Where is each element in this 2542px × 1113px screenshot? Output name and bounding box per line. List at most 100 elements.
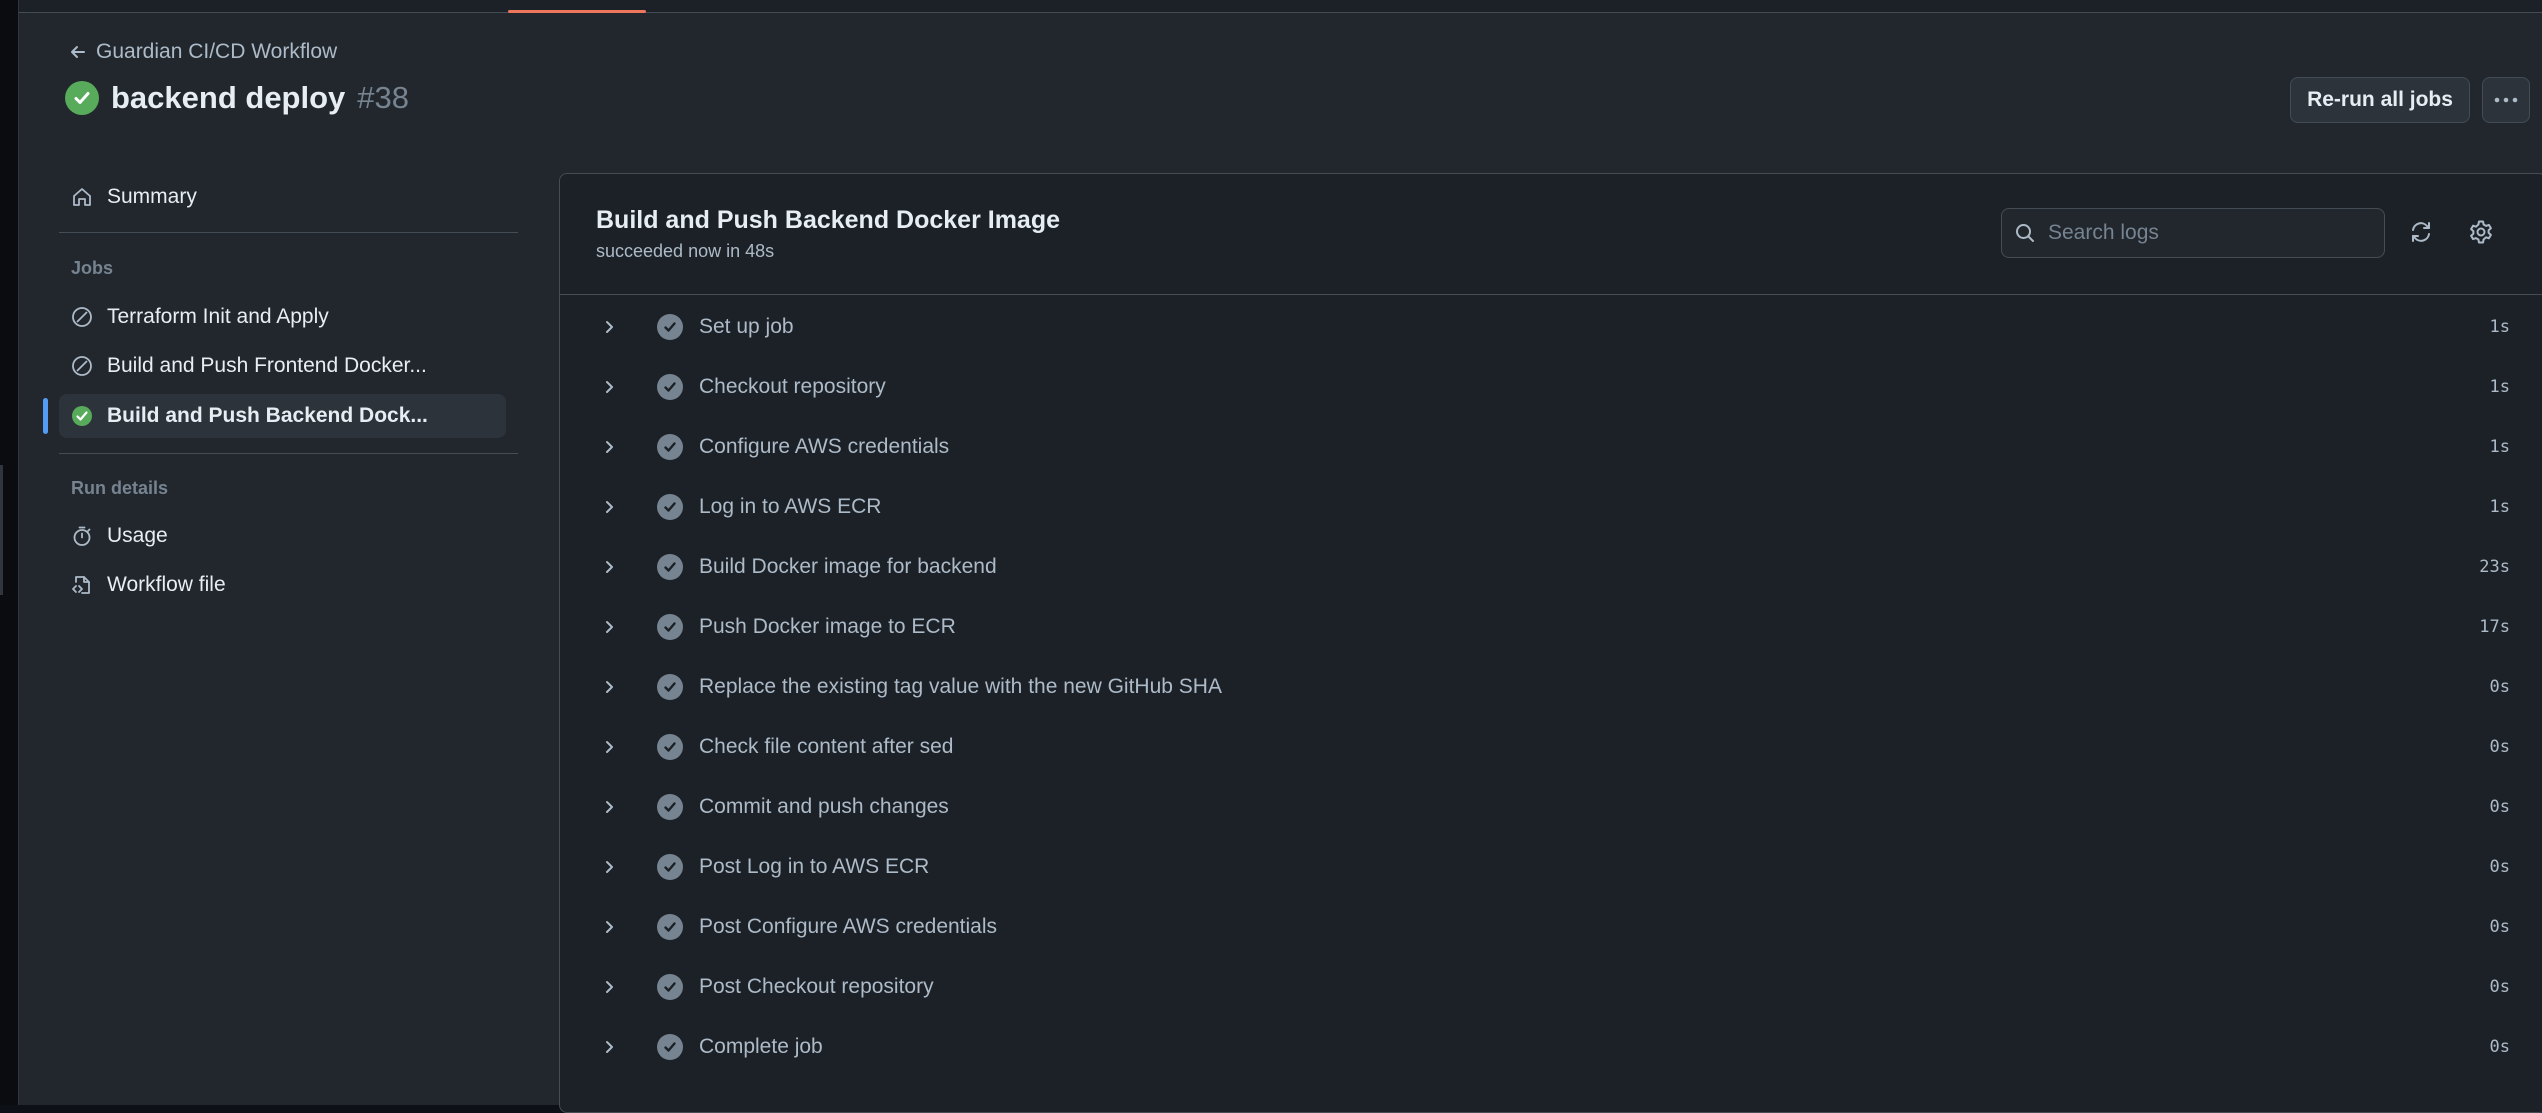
step-duration: 1s: [2489, 437, 2510, 457]
step-row[interactable]: Checkout repository 1s: [560, 358, 2542, 416]
search-logs-field[interactable]: [2001, 208, 2385, 258]
step-duration: 0s: [2489, 737, 2510, 757]
chevron-right-icon: [606, 921, 613, 933]
chevron-right-icon: [606, 741, 613, 753]
step-duration: 17s: [2479, 617, 2510, 637]
step-success-icon: [657, 734, 683, 760]
sidebar-divider: [59, 232, 518, 233]
sidebar-item-job-terraform[interactable]: Terraform Init and Apply: [59, 295, 506, 339]
step-name: Replace the existing tag value with the …: [699, 675, 1222, 698]
success-check-icon: [65, 81, 99, 115]
chevron-right-icon: [606, 861, 613, 873]
step-name: Post Configure AWS credentials: [699, 915, 998, 938]
step-name: Log in to AWS ECR: [699, 495, 882, 518]
step-row[interactable]: Build Docker image for backend 23s: [560, 538, 2542, 596]
step-duration: 0s: [2489, 977, 2510, 997]
sidebar-item-job-backend[interactable]: Build and Push Backend Dock...: [59, 394, 506, 438]
sidebar-divider: [59, 453, 518, 454]
chevron-right-icon: [606, 1041, 613, 1053]
sync-icon: [2412, 222, 2430, 242]
top-nav-bar: [19, 0, 2542, 13]
back-to-workflow-link[interactable]: Guardian CI/CD Workflow: [68, 40, 337, 64]
step-success-icon: [657, 794, 683, 820]
jobs-heading: Jobs: [71, 258, 114, 278]
settings-button[interactable]: [2465, 216, 2497, 248]
active-item-indicator: [43, 398, 48, 434]
chevron-right-icon: [606, 561, 613, 573]
step-name: Set up job: [699, 315, 794, 338]
file-code-icon: [72, 576, 90, 594]
step-row[interactable]: Complete job 0s: [560, 1018, 2542, 1076]
sidebar-item-workflow-file[interactable]: Workflow file: [59, 563, 506, 607]
step-success-icon: [657, 614, 683, 640]
step-name: Commit and push changes: [699, 795, 949, 818]
gear-icon: [2470, 220, 2492, 244]
step-duration: 0s: [2489, 917, 2510, 937]
run-name: backend deploy: [111, 80, 346, 115]
step-row[interactable]: Post Log in to AWS ECR 0s: [560, 838, 2542, 896]
chevron-right-icon: [606, 501, 613, 513]
search-icon: [2016, 224, 2034, 242]
app-root: Guardian CI/CD Workflow backend deploy #…: [19, 0, 2542, 1113]
rerun-all-jobs-button[interactable]: Re-run all jobs: [2290, 77, 2470, 123]
success-check-icon: [72, 406, 92, 426]
step-duration: 1s: [2489, 317, 2510, 337]
stopwatch-icon: [73, 526, 91, 546]
refresh-button[interactable]: [2405, 216, 2437, 248]
step-row[interactable]: Configure AWS credentials 1s: [560, 418, 2542, 476]
skipped-icon: [72, 307, 92, 327]
step-success-icon: [657, 1034, 683, 1060]
sidebar-item-job-frontend[interactable]: Build and Push Frontend Docker...: [59, 344, 506, 388]
step-name: Check file content after sed: [699, 735, 954, 758]
run-details-heading: Run details: [71, 478, 169, 498]
step-success-icon: [657, 434, 683, 460]
step-duration: 23s: [2479, 557, 2510, 577]
step-name: Post Checkout repository: [699, 975, 934, 998]
step-success-icon: [657, 854, 683, 880]
step-row[interactable]: Post Checkout repository 0s: [560, 958, 2542, 1016]
step-row[interactable]: Check file content after sed 0s: [560, 718, 2542, 776]
sidebar-item-summary[interactable]: Summary: [59, 175, 506, 219]
job-title: Build and Push Backend Docker Image: [596, 206, 1061, 234]
chevron-right-icon: [606, 981, 613, 993]
step-success-icon: [657, 674, 683, 700]
sidebar-item-label: Build and Push Frontend Docker...: [107, 354, 427, 377]
job-log-panel: Build and Push Backend Docker Image succ…: [559, 173, 2542, 1113]
chevron-right-icon: [606, 801, 613, 813]
step-duration: 0s: [2489, 1037, 2510, 1057]
chevron-right-icon: [606, 621, 613, 633]
sidebar-item-label: Build and Push Backend Dock...: [107, 404, 428, 427]
step-row[interactable]: Post Configure AWS credentials 0s: [560, 898, 2542, 956]
step-success-icon: [657, 914, 683, 940]
sidebar-item-label: Usage: [107, 524, 168, 547]
step-success-icon: [657, 494, 683, 520]
search-logs-input[interactable]: [2046, 220, 2350, 246]
active-tab-underline: [508, 10, 646, 13]
step-success-icon: [657, 314, 683, 340]
step-row[interactable]: Log in to AWS ECR 1s: [560, 478, 2542, 536]
page-title: backend deploy #38: [65, 80, 409, 116]
step-row[interactable]: Replace the existing tag value with the …: [560, 658, 2542, 716]
run-number: #38: [357, 80, 410, 115]
chevron-right-icon: [606, 681, 613, 693]
step-row[interactable]: Commit and push changes 0s: [560, 778, 2542, 836]
step-name: Configure AWS credentials: [699, 435, 950, 458]
home-icon: [73, 188, 91, 206]
step-row[interactable]: Push Docker image to ECR 17s: [560, 598, 2542, 656]
step-name: Build Docker image for backend: [699, 555, 997, 578]
window-edge-marker: [0, 465, 3, 595]
step-duration: 1s: [2489, 497, 2510, 517]
more-options-button[interactable]: [2482, 77, 2530, 123]
step-duration: 0s: [2489, 857, 2510, 877]
step-success-icon: [657, 374, 683, 400]
step-duration: 0s: [2489, 677, 2510, 697]
step-name: Post Log in to AWS ECR: [699, 855, 930, 878]
window-edge: [0, 0, 19, 1105]
sidebar-item-usage[interactable]: Usage: [59, 514, 506, 558]
step-row[interactable]: Set up job 1s: [560, 298, 2542, 356]
kebab-horizontal-icon: [2494, 97, 2518, 103]
job-header: Build and Push Backend Docker Image succ…: [560, 174, 2542, 295]
sidebar-item-label: Summary: [107, 185, 197, 208]
skipped-icon: [72, 356, 92, 376]
chevron-right-icon: [606, 441, 613, 453]
